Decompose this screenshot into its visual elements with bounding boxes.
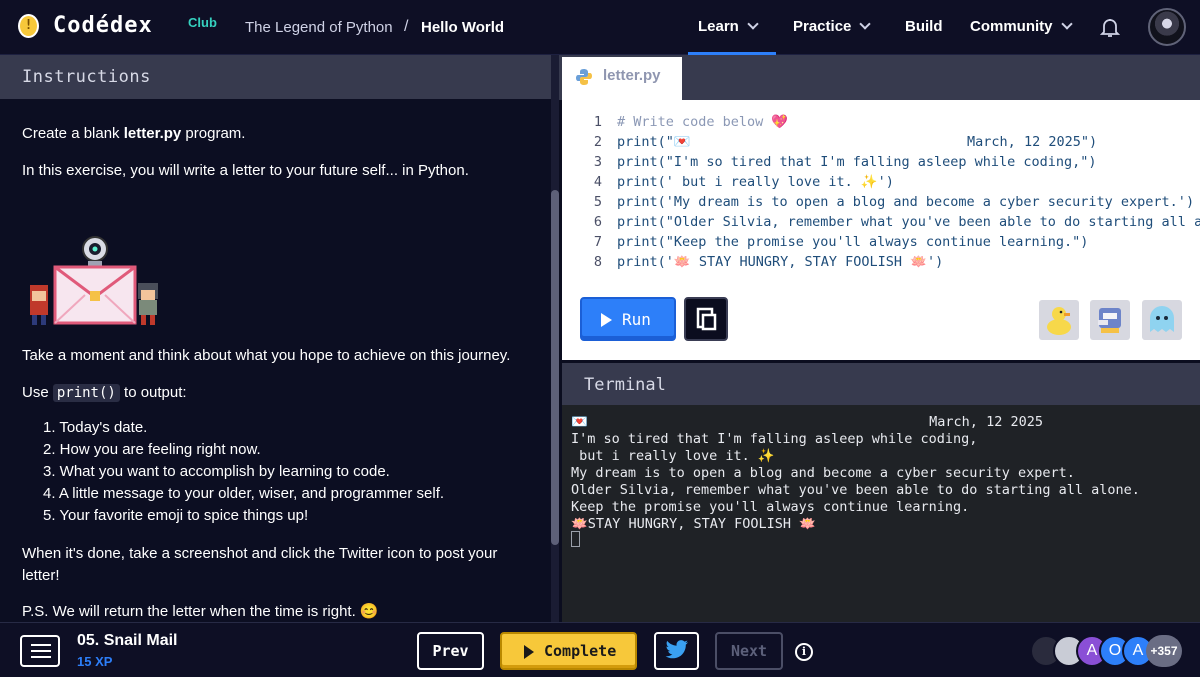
code-text: print("I'm so tired that I'm falling asl… <box>617 154 1097 170</box>
line-number: 3 <box>593 154 602 170</box>
terminal-line: 💌 March, 12 2025 <box>571 414 1043 430</box>
chevron-down-icon <box>747 18 759 30</box>
instruction-paragraph: When it's done, take a screenshot and cl… <box>22 545 498 584</box>
instructions-scrollbar-thumb[interactable] <box>551 190 559 545</box>
notification-bell-icon[interactable] <box>1100 17 1120 39</box>
nav-practice[interactable]: Practice <box>793 18 872 35</box>
terminal-output[interactable]: 💌 March, 12 2025 I'm so tired that I'm f… <box>562 405 1200 622</box>
code-text: print('My dream is to open a blog and be… <box>617 194 1195 210</box>
code-text: # Write code below 💖 <box>617 114 789 130</box>
codedex-logo-icon[interactable]: ! <box>18 14 39 38</box>
copy-icon <box>696 307 717 331</box>
instruction-paragraph: P.S. We will return the letter when the … <box>22 603 379 620</box>
next-button[interactable]: Next <box>715 632 783 670</box>
list-item: 1. Today's date. <box>43 419 148 436</box>
complete-button[interactable]: Complete <box>500 632 637 670</box>
line-number: 2 <box>593 134 602 150</box>
code-text: print("Keep the promise you'll always co… <box>617 234 1089 250</box>
more-classmates-count[interactable]: +357 <box>1146 635 1182 667</box>
file-tab-label: letter.py <box>603 67 661 84</box>
terminal-line: Keep the promise you'll always continue … <box>571 499 970 515</box>
code-text: print('🪷 STAY HUNGRY, STAY FOOLISH 🪷') <box>617 254 944 270</box>
nav-learn[interactable]: Learn <box>698 18 759 35</box>
lesson-menu-button[interactable] <box>20 635 60 667</box>
terminal-line: I'm so tired that I'm falling asleep whi… <box>571 431 978 447</box>
twitter-share-button[interactable] <box>654 632 699 670</box>
instructions-panel: Instructions Create a blank letter.py pr… <box>0 55 551 622</box>
instruction-paragraph: Use print() to output: <box>22 384 187 402</box>
python-file-icon <box>576 69 592 85</box>
lesson-xp: 15 XP <box>77 654 113 669</box>
user-avatar[interactable] <box>1148 8 1186 46</box>
list-item: 2. How you are feeling right now. <box>43 441 261 458</box>
instruction-paragraph: Create a blank letter.py program. <box>22 125 246 142</box>
twitter-icon <box>665 640 688 659</box>
ghost-helper-button[interactable] <box>1142 300 1182 340</box>
chevron-down-icon <box>1060 18 1073 30</box>
play-icon <box>601 313 612 327</box>
brand-name[interactable]: Codédex <box>53 13 153 38</box>
terminal-cursor <box>571 531 580 547</box>
code-text: print("Older Silvia, remember what you'v… <box>617 214 1200 230</box>
instructions-title: Instructions <box>22 67 151 87</box>
chevron-down-icon <box>859 18 872 30</box>
duck-helper-button[interactable] <box>1039 300 1079 340</box>
list-item: 3. What you want to accomplish by learni… <box>43 463 390 480</box>
snail-mail-pixel-art <box>22 233 167 333</box>
list-item: 4. A little message to your older, wiser… <box>43 485 445 502</box>
rubber-duck-icon <box>1047 307 1071 335</box>
line-number: 6 <box>593 214 602 230</box>
line-number: 5 <box>593 194 602 210</box>
breadcrumb-separator: / <box>404 18 409 35</box>
copy-code-button[interactable] <box>684 297 728 341</box>
ai-helper-button[interactable] <box>1090 300 1130 340</box>
terminal-line: My dream is to open a blog and become a … <box>571 465 1075 481</box>
helper-bot-icon <box>1098 308 1121 333</box>
lesson-title: 05. Snail Mail <box>77 632 178 649</box>
terminal-line: but i really love it. ✨ <box>571 448 775 464</box>
instruction-paragraph: In this exercise, you will write a lette… <box>22 162 469 179</box>
run-button[interactable]: Run <box>580 297 676 341</box>
nav-build[interactable]: Build <box>905 18 943 35</box>
prev-button[interactable]: Prev <box>417 632 484 670</box>
line-number: 1 <box>593 114 602 130</box>
line-number: 4 <box>593 174 602 190</box>
code-text: print("💌 March, 12 2025") <box>617 134 1098 150</box>
brand-club-tag: Club <box>188 15 217 30</box>
code-text: print(' but i really love it. ✨') <box>617 174 894 190</box>
breadcrumb-course[interactable]: The Legend of Python <box>245 19 393 36</box>
info-icon[interactable]: i <box>795 643 813 661</box>
menu-icon <box>31 644 51 646</box>
terminal-line: 🪷STAY HUNGRY, STAY FOOLISH 🪷 <box>571 516 816 532</box>
ghost-icon <box>1150 306 1174 332</box>
inline-code: print() <box>52 384 120 402</box>
list-item: 5. Your favorite emoji to spice things u… <box>43 507 309 524</box>
terminal-title: Terminal <box>584 375 666 395</box>
terminal-line: Older Silvia, remember what you've been … <box>571 482 1140 498</box>
instruction-paragraph: Take a moment and think about what you h… <box>22 347 511 364</box>
breadcrumb-lesson: Hello World <box>421 19 505 36</box>
instruction-list: 1. Today's date. 2. How you are feeling … <box>43 417 444 527</box>
play-icon <box>524 645 534 659</box>
nav-community[interactable]: Community <box>970 18 1073 35</box>
line-number: 7 <box>593 234 602 250</box>
line-number: 8 <box>593 254 602 270</box>
